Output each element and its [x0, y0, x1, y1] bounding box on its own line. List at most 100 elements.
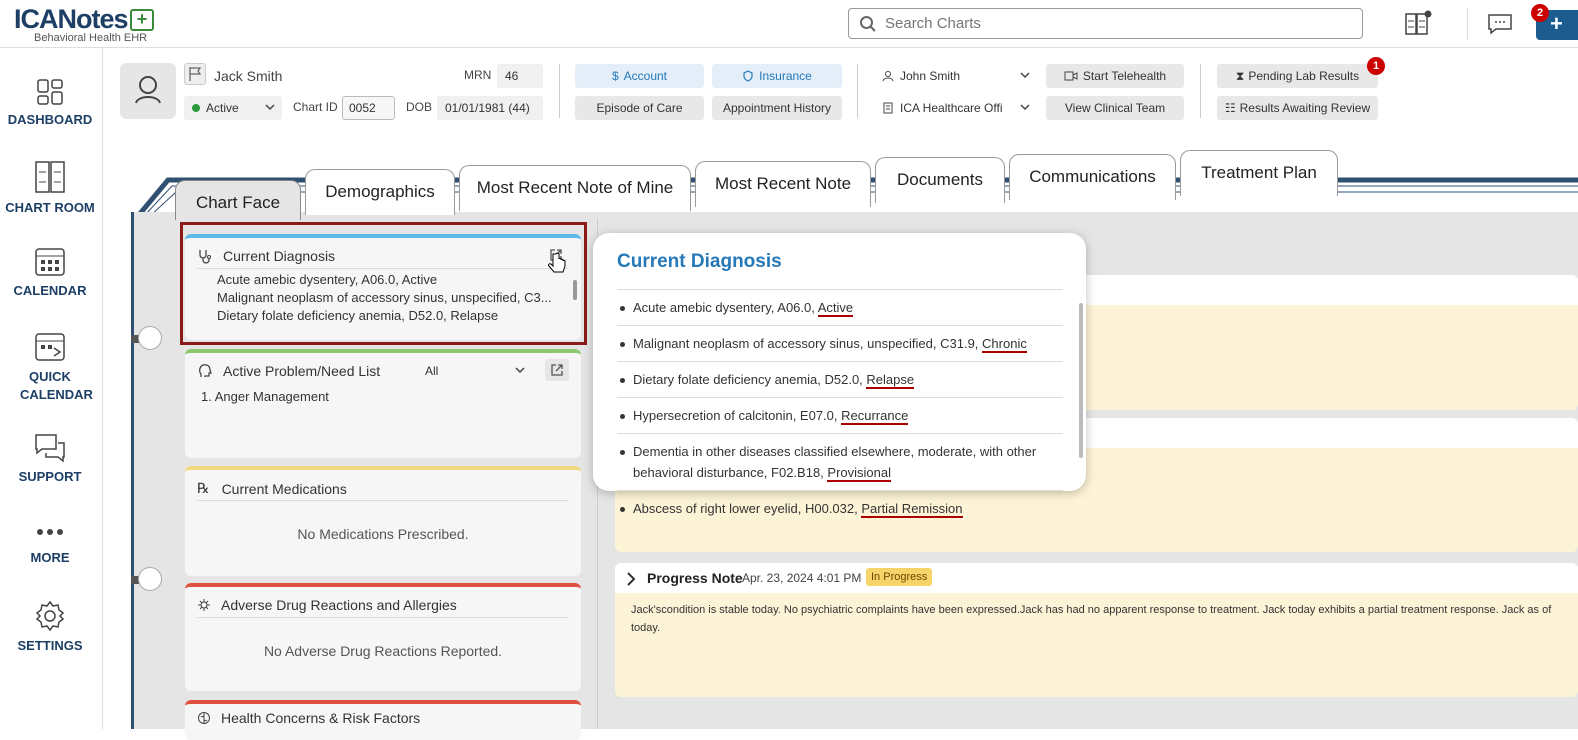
account-button[interactable]: $ Account — [575, 64, 704, 88]
tab-most-recent-note-of-mine[interactable]: Most Recent Note of Mine — [459, 165, 691, 211]
diagnosis-status[interactable]: Provisional — [827, 465, 891, 482]
patient-status-select[interactable]: Active — [184, 96, 282, 120]
diagnosis-status[interactable]: Active — [817, 300, 854, 317]
diagnosis-text: Acute amebic dysentery, A06.0, — [633, 300, 818, 315]
lab-label: Pending Lab Results — [1248, 69, 1360, 83]
binder-ring — [138, 326, 162, 350]
diagnosis-text: Abscess of right lower eyelid, H00.032, — [633, 501, 862, 516]
diagnosis-status[interactable]: Partial Remission — [861, 501, 963, 518]
progress-note-title: Progress Note — [647, 570, 743, 586]
card-header: Adverse Drug Reactions and Allergies — [197, 597, 457, 613]
external-link-icon — [551, 364, 563, 376]
diagnosis-status[interactable]: Relapse — [866, 372, 915, 389]
location-select[interactable]: ICA Healthcare Offi — [874, 96, 1037, 120]
popup-title: Current Diagnosis — [617, 251, 782, 272]
tab-communications[interactable]: Communications — [1009, 154, 1176, 200]
progress-note-header: Progress Note Apr. 23, 2024 4:01 PM In P… — [615, 563, 1578, 593]
nav-chart-room[interactable]: CHART ROOM — [0, 160, 100, 215]
health-concerns-card[interactable]: Health Concerns & Risk Factors — [185, 700, 581, 740]
divider — [559, 64, 560, 118]
messages-badge: 2 — [1531, 4, 1549, 22]
pending-lab-results-button[interactable]: ⧗ Pending Lab Results — [1217, 64, 1378, 88]
tab-demographics[interactable]: Demographics — [305, 169, 455, 215]
start-telehealth-button[interactable]: Start Telehealth — [1046, 64, 1184, 88]
account-label: Account — [623, 69, 668, 83]
list-item: Dietary folate deficiency anemia, D52.0,… — [617, 361, 1063, 397]
card-header: ℞ Current Medications — [197, 480, 347, 497]
tab-chart-face[interactable]: Chart Face — [175, 180, 301, 220]
adverse-reactions-card[interactable]: Adverse Drug Reactions and Allergies No … — [185, 583, 581, 691]
diagnosis-text: Dietary folate deficiency anemia, D52.0, — [633, 372, 867, 387]
insurance-button[interactable]: Insurance — [712, 64, 842, 88]
nav-quick-calendar[interactable]: QUICK CALENDAR — [0, 330, 100, 404]
appointment-history-button[interactable]: Appointment History — [712, 96, 842, 120]
search-input[interactable] — [885, 15, 1345, 32]
messages-icon[interactable] — [1487, 13, 1513, 35]
telehealth-label: Start Telehealth — [1082, 69, 1167, 83]
shield-icon — [743, 70, 753, 82]
scrollbar[interactable] — [1079, 303, 1083, 458]
allergy-icon — [198, 599, 210, 611]
status-dot — [192, 104, 200, 112]
nav-settings[interactable]: SETTINGS — [0, 600, 100, 653]
chevron-down-icon — [1020, 72, 1030, 79]
diagnosis-status[interactable]: Recurrance — [841, 408, 909, 425]
provider-select[interactable]: John Smith — [874, 64, 1037, 88]
tab-treatment-plan[interactable]: Treatment Plan — [1180, 150, 1338, 196]
diagnosis-text: Hypersecretion of calcitonin, E07.0, — [633, 408, 842, 423]
problem-filter-select[interactable]: All — [417, 359, 532, 383]
more-icon — [37, 529, 63, 535]
tab-most-recent-note[interactable]: Most Recent Note — [695, 161, 871, 207]
provider-name: John Smith — [900, 69, 961, 83]
nav-label: QUICK CALENDAR — [20, 369, 93, 402]
list-item: Hypersecretion of calcitonin, E07.0, Rec… — [617, 397, 1063, 433]
card-title: Current Diagnosis — [223, 248, 336, 264]
list-item: Acute amebic dysentery, A06.0, Active — [217, 272, 562, 287]
dashboard-icon — [37, 79, 63, 105]
card-header: Current Diagnosis — [197, 248, 335, 264]
progress-note-panel[interactable]: Progress Note Apr. 23, 2024 4:01 PM In P… — [615, 563, 1578, 697]
diagnosis-text: Malignant neoplasm of accessory sinus, u… — [633, 336, 983, 351]
logo[interactable]: ICANotes + Behavioral Health EHR — [14, 4, 154, 44]
chart-id-label: Chart ID — [293, 100, 338, 114]
card-title: Active Problem/Need List — [223, 363, 381, 379]
active-problem-card[interactable]: Active Problem/Need List All 1. Anger Ma… — [185, 349, 581, 458]
list-item: Malignant neoplasm of accessory sinus, u… — [617, 325, 1063, 361]
list-item: Abscess of right lower eyelid, H00.032, … — [617, 490, 1063, 526]
dob-value: 01/01/1981 (44) — [437, 96, 543, 120]
nav-label: DASHBOARD — [7, 112, 93, 127]
chevron-down-icon — [265, 104, 275, 111]
calendar-icon — [35, 248, 65, 276]
review-label: Results Awaiting Review — [1239, 101, 1371, 115]
open-problems-button[interactable] — [545, 359, 569, 381]
nav-dashboard[interactable]: DASHBOARD — [0, 78, 100, 127]
scrollbar[interactable] — [573, 280, 577, 300]
nav-calendar[interactable]: CALENDAR — [0, 245, 100, 298]
current-diagnosis-card[interactable]: Current Diagnosis Acute amebic dysentery… — [185, 234, 581, 340]
current-medications-card[interactable]: ℞ Current Medications No Medications Pre… — [185, 466, 581, 576]
nav-support[interactable]: SUPPORT — [0, 433, 100, 484]
divider — [1200, 64, 1201, 118]
logo-subtitle: Behavioral Health EHR — [34, 32, 148, 44]
flag-button[interactable] — [184, 63, 206, 85]
patient-name[interactable]: Jack Smith — [214, 68, 282, 84]
chart-id-field[interactable]: 0052 — [342, 96, 395, 120]
flag-icon — [189, 67, 202, 81]
hand-cursor-icon — [548, 252, 566, 273]
diagnosis-popup[interactable]: Current Diagnosis Acute amebic dysentery… — [593, 233, 1086, 518]
patient-avatar[interactable] — [120, 63, 176, 119]
search-bar[interactable] — [848, 8, 1363, 39]
rx-icon: ℞ — [197, 480, 210, 496]
quick-calendar-icon — [35, 333, 65, 361]
chart-room-add-icon[interactable] — [1404, 10, 1432, 36]
chevron-right-icon[interactable] — [625, 572, 637, 586]
insurance-label: Insurance — [759, 69, 812, 83]
view-clinical-team-button[interactable]: View Clinical Team — [1046, 96, 1184, 120]
list-item: Dementia in other diseases classified el… — [617, 433, 1063, 490]
tab-documents[interactable]: Documents — [875, 157, 1005, 203]
diagnosis-status[interactable]: Chronic — [982, 336, 1027, 353]
results-awaiting-review-button[interactable]: ☷ Results Awaiting Review — [1217, 96, 1378, 120]
nav-more[interactable]: MORE — [0, 520, 100, 565]
episode-of-care-button[interactable]: Episode of Care — [575, 96, 704, 120]
card-title: Health Concerns & Risk Factors — [221, 710, 421, 726]
